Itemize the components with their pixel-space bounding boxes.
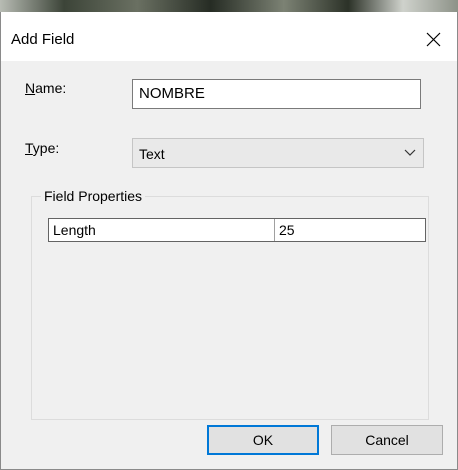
dialog-title: Add Field (11, 31, 75, 48)
title-bar: Add Field (1, 12, 457, 61)
field-properties-title: Field Properties (41, 188, 146, 204)
type-label-text: ype: (32, 140, 60, 156)
name-label: Name: (25, 80, 66, 96)
property-value-length[interactable]: 25 (274, 219, 425, 241)
name-label-access-key: N (25, 80, 36, 96)
name-label-text: ame: (35, 80, 67, 96)
cancel-button[interactable]: Cancel (331, 425, 443, 455)
type-label-access-key: T (25, 140, 33, 156)
chevron-down-icon (404, 149, 416, 156)
type-dropdown[interactable]: Text (132, 138, 424, 168)
type-dropdown-value: Text (139, 146, 165, 162)
background-wallpaper-strip (0, 0, 458, 12)
add-field-dialog: Add Field Name: NOMBRE Type: Text Field … (0, 12, 458, 470)
close-button[interactable] (413, 22, 453, 56)
ok-button[interactable]: OK (207, 425, 319, 455)
type-label: Type: (25, 140, 59, 156)
name-input[interactable]: NOMBRE (132, 79, 421, 109)
field-properties-grid: Length 25 (48, 218, 426, 242)
close-icon (426, 32, 440, 46)
property-name-length[interactable]: Length (49, 219, 274, 241)
